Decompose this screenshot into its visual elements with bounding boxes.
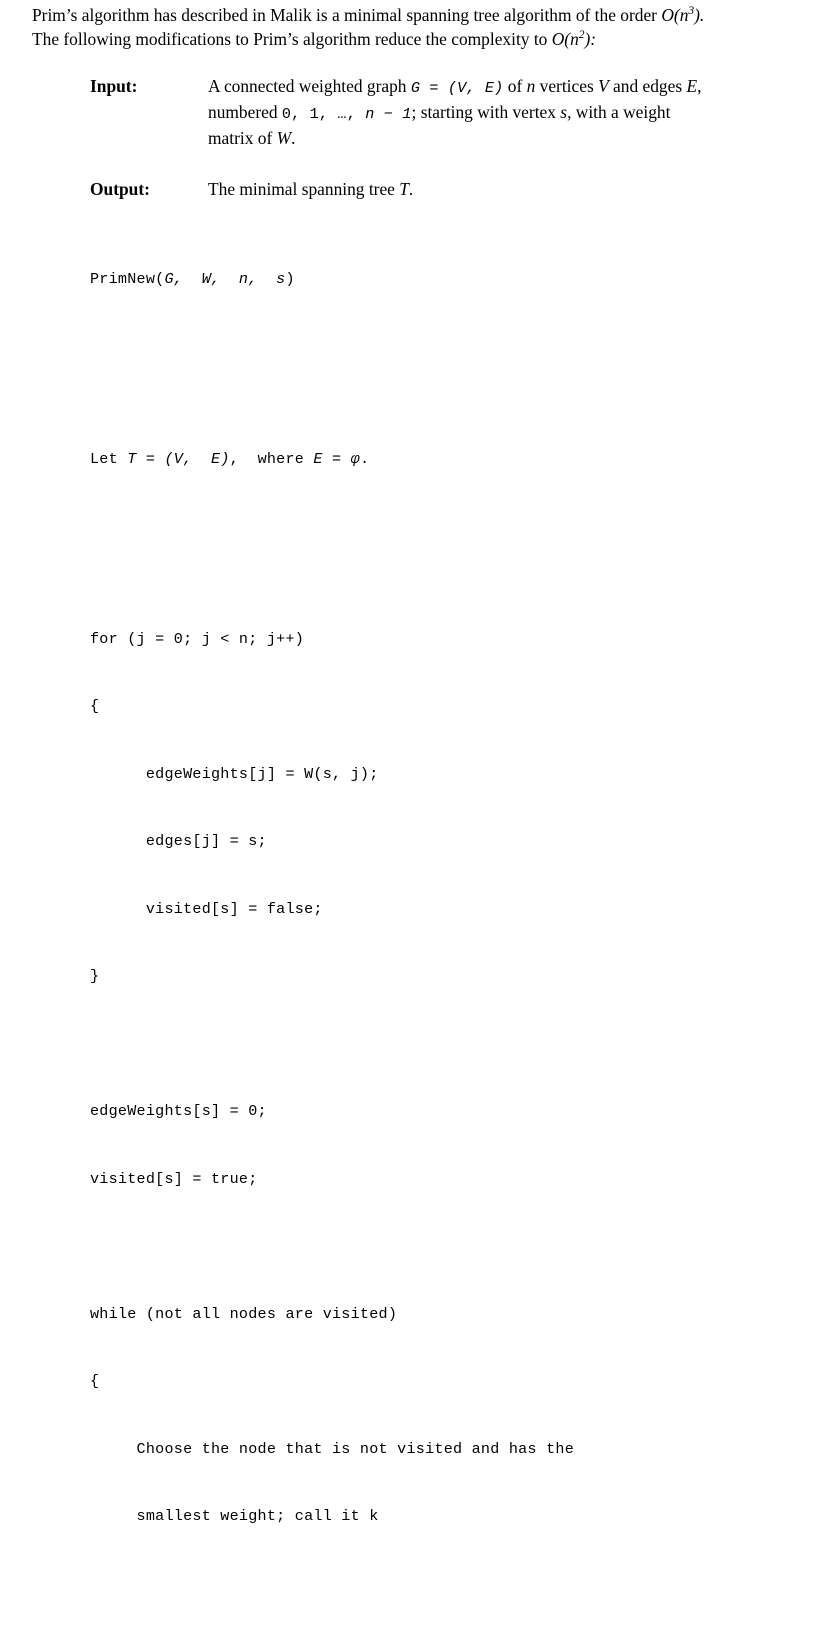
output-text-a: The minimal spanning tree: [208, 179, 400, 199]
graph-definition-code: G = (V, E): [410, 79, 504, 97]
input-text-b: of: [503, 76, 527, 96]
tree-variable: T: [399, 179, 409, 199]
let-equals-2: =: [322, 449, 351, 468]
input-text-a: A connected weighted graph: [208, 76, 411, 96]
intro-paragraph: Prim’s algorithm has described in Malik …: [32, 3, 807, 51]
intro-line-1: Prim’s algorithm has described in Malik …: [32, 3, 807, 27]
big-o-function: O(: [661, 5, 680, 25]
intro-line-2: The following modifications to Prim’s al…: [32, 27, 807, 51]
intro-line-2-text: The following modifications to Prim’s al…: [32, 29, 552, 49]
let-tree-variable: T: [127, 449, 137, 468]
output-description: The minimal spanning tree T.: [208, 177, 790, 201]
code-line: }: [90, 967, 100, 985]
index-range-code: 0, 1, …,: [281, 105, 366, 123]
code-line: edgeWeights[j] = W(s, j);: [90, 764, 379, 783]
vertex-count-variable: n: [526, 76, 536, 96]
empty-set-symbol: φ: [350, 449, 360, 468]
big-o-close-2: ):: [584, 29, 597, 49]
input-row: Input: A connected weighted graph G = (V…: [90, 74, 790, 150]
big-o-function-2: O(: [551, 29, 571, 49]
input-label: Input:: [90, 76, 138, 96]
input-description: A connected weighted graph G = (V, E) of…: [208, 74, 790, 150]
pseudocode-block: PrimNew(G, W, n, s) Let T = (V, E), wher…: [90, 200, 574, 1640]
input-line-3: matrix of W.: [208, 126, 790, 150]
let-keyword: Let: [90, 449, 128, 468]
index-range-one: 1: [402, 105, 412, 123]
input-text-c: vertices: [535, 76, 599, 96]
procedure-signature: PrimNew(G, W, n, s): [90, 268, 574, 291]
big-o-variable-2: n: [570, 29, 579, 49]
procedure-paren-close: ): [285, 269, 295, 288]
procedure-parameters: G, W, n, s: [164, 269, 286, 288]
output-label: Output:: [90, 179, 150, 199]
big-o-close: ).: [694, 5, 705, 25]
big-o-notation-quadratic: O(n2):: [552, 29, 596, 49]
input-line-1: A connected weighted graph G = (V, E) of…: [208, 74, 790, 100]
input-output-block: Input: A connected weighted graph G = (V…: [90, 74, 790, 201]
code-line: visited[s] = false;: [90, 899, 323, 918]
let-period: .: [359, 449, 370, 468]
code-blank-line-2: [90, 538, 574, 561]
code-line: smallest weight; call it k: [90, 1507, 379, 1525]
input-matrix-text: matrix of: [208, 128, 277, 148]
let-statement: Let T = (V, E), where E = φ.: [90, 448, 574, 471]
let-vertex-edge-pair: (V, E): [164, 449, 230, 468]
input-text-d: and edges: [608, 76, 687, 96]
intro-line-1-text: Prim’s algorithm has described in Malik …: [32, 5, 662, 25]
let-equals: =: [136, 449, 165, 468]
input-text-e: ,: [697, 76, 702, 96]
code-line: visited[s] = true;: [90, 1169, 258, 1188]
code-line: edges[j] = s;: [90, 832, 267, 850]
code-line: edgeWeights[s] = 0;: [90, 1102, 267, 1120]
output-text-b: .: [408, 179, 414, 199]
big-o-notation-cubic: O(n3).: [661, 5, 704, 25]
let-where-keyword: , where: [229, 449, 314, 468]
output-row: Output: The minimal spanning tree T.: [90, 177, 790, 201]
code-line: {: [90, 697, 100, 715]
vertices-set-variable: V: [598, 76, 609, 96]
document-page: Prim’s algorithm has described in Malik …: [0, 0, 821, 1525]
input-line-2: numbered 0, 1, …, n − 1; starting with v…: [208, 100, 790, 126]
input-period: .: [291, 128, 296, 148]
code-line: {: [90, 1372, 100, 1390]
let-edges-variable: E: [313, 449, 323, 468]
index-range-minus: −: [374, 105, 403, 123]
input-start-vertex-text: ; starting with vertex: [411, 102, 561, 122]
weight-matrix-variable: W: [276, 128, 292, 148]
code-line: while (not all nodes are visited): [90, 1304, 398, 1323]
code-line: for (j = 0; j < n; j++): [90, 629, 305, 648]
procedure-name: PrimNew(: [90, 269, 165, 288]
code-line: Choose the node that is not visited and …: [90, 1439, 575, 1458]
input-weight-text: , with a weight: [567, 102, 671, 122]
output-line-1: The minimal spanning tree T.: [208, 177, 790, 201]
input-numbered-text: numbered: [208, 102, 282, 122]
edges-set-variable: E: [686, 76, 698, 96]
